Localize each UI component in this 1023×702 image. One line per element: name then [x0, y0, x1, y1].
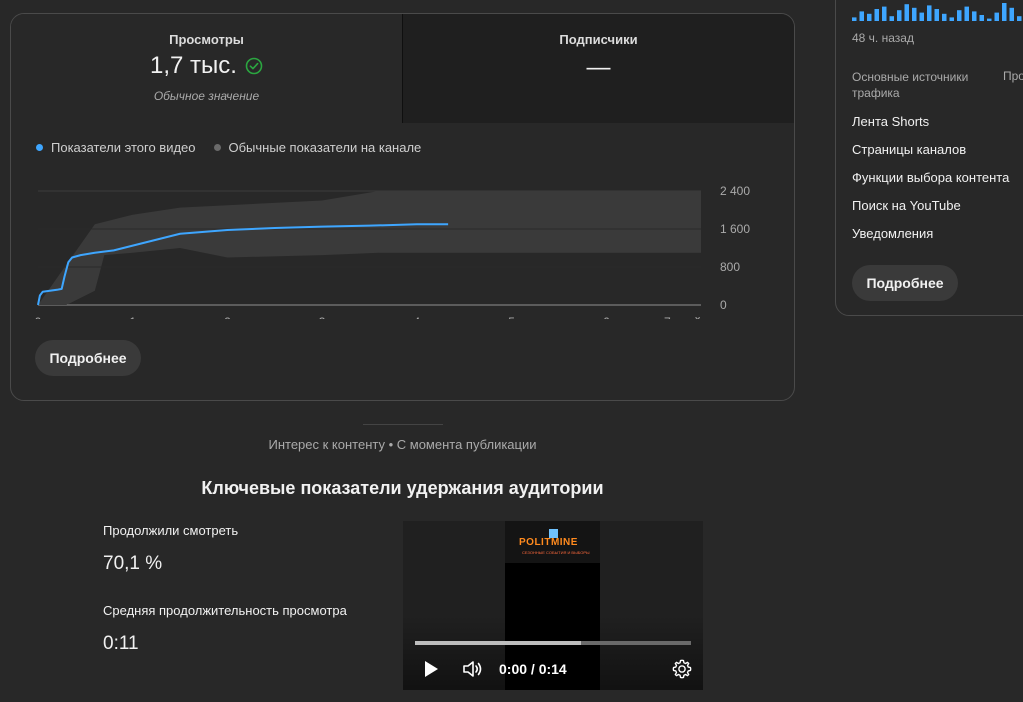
realtime-bar: [994, 12, 999, 21]
section-subtitle: Интерес к контенту • С момента публикаци…: [268, 437, 537, 452]
tab-subscribers-label: Подписчики: [559, 32, 638, 47]
y-tick-label: 2 400: [720, 184, 750, 198]
tab-views-value-row: 1,7 тыс.: [11, 52, 402, 80]
avg-duration-value: 0:11: [103, 633, 139, 654]
legend-this-video-label: Показатели этого видео: [51, 140, 196, 155]
views-card: Просмотры 1,7 тыс. Обычное значение Подп…: [10, 13, 795, 401]
y-tick-label: 800: [720, 260, 740, 274]
traffic-list: Лента Shorts Страницы каналов Функции вы…: [852, 114, 1009, 254]
x-tick-label: 4: [414, 315, 421, 319]
section-divider: [363, 424, 443, 425]
x-tick-label: 0: [35, 315, 42, 319]
realtime-bar: [957, 10, 962, 21]
thumbnail-logo: POLITMINE: [519, 537, 578, 548]
x-tick-label: 6: [603, 315, 610, 319]
tab-traffic-sources[interactable]: Основные источники трафика: [852, 69, 992, 101]
retention-title: Ключевые показатели удержания аудитории: [201, 478, 604, 498]
chart-legend: Показатели этого видео Обычные показател…: [36, 140, 421, 155]
volume-button[interactable]: [461, 658, 485, 680]
time-text: 0:00 / 0:14: [499, 661, 567, 677]
play-icon: [425, 661, 438, 677]
settings-button[interactable]: [671, 658, 693, 680]
traffic-item: Лента Shorts: [852, 114, 930, 129]
tab-traffic-other[interactable]: Про: [1003, 69, 1023, 83]
realtime-bar: [972, 11, 977, 21]
traffic-item: Страницы каналов: [852, 142, 967, 157]
legend-dot-blue: [36, 144, 43, 151]
realtime-bar: [882, 6, 887, 21]
y-tick-label: 0: [720, 298, 727, 312]
realtime-bar: [889, 16, 894, 21]
analytics-page: Просмотры 1,7 тыс. Обычное значение Подп…: [0, 0, 1023, 702]
realtime-bar: [1017, 16, 1022, 21]
tab-subscribers-value: —: [586, 54, 611, 81]
realtime-bar: [964, 6, 969, 21]
realtime-bar: [859, 11, 864, 21]
realtime-bar: [927, 5, 932, 21]
traffic-card: 48 ч. назад Основные источники трафика П…: [835, 0, 1023, 316]
typical-range-band: [38, 191, 701, 305]
check-circle-icon: [245, 57, 263, 75]
x-tick-label: 3: [319, 315, 326, 319]
realtime-bar: [912, 7, 917, 21]
legend-this-video: Показатели этого видео: [36, 140, 196, 155]
tab-views-value: 1,7 тыс.: [150, 52, 237, 79]
realtime-bar: [904, 4, 909, 21]
tab-views-label: Просмотры: [169, 32, 244, 47]
traffic-item: Функции выбора контента: [852, 170, 1010, 185]
realtime-bar: [867, 13, 872, 21]
y-tick-label: 1 600: [720, 222, 750, 236]
video-thumbnail: POLITMINE СЕЗОННЫЕ СОБЫТИЯ И ВЫБОРЫ: [505, 521, 600, 563]
realtime-bar: [874, 9, 879, 21]
views-chart-svg: 0 800 1 600 2 400 0 1 2 3 4 5 6 7 дней: [35, 184, 751, 319]
traffic-item: Уведомления: [852, 226, 934, 241]
continued-value: 70,1 %: [103, 553, 163, 574]
x-tick-label: 7 дней: [664, 315, 701, 319]
realtime-bar: [919, 12, 924, 21]
legend-typical-label: Обычные показатели на канале: [228, 140, 422, 155]
realtime-bar: [934, 9, 939, 21]
traffic-more-button[interactable]: Подробнее: [852, 265, 958, 301]
legend-typical: Обычные показатели на канале: [213, 140, 422, 155]
realtime-bar: [987, 18, 992, 21]
realtime-bars: [852, 3, 1022, 21]
traffic-item: Поиск на YouTube: [852, 198, 961, 213]
realtime-time: 48 ч. назад: [852, 31, 914, 45]
play-button[interactable]: [421, 658, 441, 680]
views-chart: 0 800 1 600 2 400 0 1 2 3 4 5 6 7 дней: [11, 169, 794, 319]
realtime-bar: [897, 10, 902, 21]
realtime-bar: [942, 13, 947, 21]
x-tick-label: 5: [508, 315, 515, 319]
volume-icon: [463, 661, 482, 677]
legend-dot-gray: [213, 144, 221, 151]
tab-subscribers-value-row: —: [403, 54, 794, 82]
avg-duration-label: Средняя продолжительность просмотра: [103, 603, 347, 618]
realtime-bar: [1002, 3, 1007, 21]
time-display: 0:00 / 0:14: [499, 658, 567, 680]
traffic-tabs: Основные источники трафика Про: [852, 69, 1023, 105]
more-details-button[interactable]: Подробнее: [35, 340, 141, 376]
realtime-bar: [852, 17, 857, 21]
x-tick-label: 1: [129, 315, 136, 319]
tab-subscribers[interactable]: Подписчики —: [402, 14, 794, 123]
video-player[interactable]: POLITMINE СЕЗОННЫЕ СОБЫТИЯ И ВЫБОРЫ 0:00…: [403, 521, 703, 690]
gear-icon: [672, 659, 692, 679]
realtime-bar: [949, 17, 954, 21]
x-tick-label: 2: [224, 315, 231, 319]
thumbnail-tagline: СЕЗОННЫЕ СОБЫТИЯ И ВЫБОРЫ: [522, 550, 590, 555]
metric-tabs: Просмотры 1,7 тыс. Обычное значение Подп…: [11, 14, 794, 123]
progress-bar[interactable]: [415, 641, 691, 645]
realtime-bar: [1009, 7, 1014, 21]
continued-label: Продолжили смотреть: [103, 523, 239, 538]
realtime-bar: [979, 15, 984, 21]
progress-fill: [415, 641, 581, 645]
tab-views-typical: Обычное значение: [153, 89, 260, 103]
tab-views[interactable]: Просмотры 1,7 тыс. Обычное значение: [11, 14, 402, 123]
